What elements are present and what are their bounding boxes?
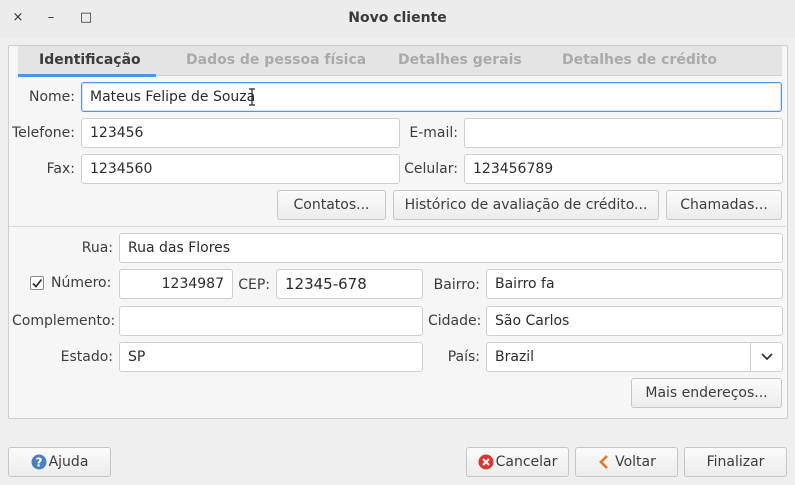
fax-label: Fax: [46,161,75,177]
complemento-input[interactable] [119,306,423,336]
cep-label: CEP: [238,277,270,293]
celular-value: 123456789 [473,161,554,177]
finalizar-button[interactable]: Finalizar [684,447,787,477]
numero-value: 1234987 [161,276,224,292]
voltar-label: Voltar [615,454,656,470]
contatos-button[interactable]: Contatos... [277,190,386,220]
text-cursor-icon [249,88,255,106]
historico-credito-button[interactable]: Histórico de avaliação de crédito... [393,190,659,220]
telefone-value: 123456 [90,125,144,141]
email-label: E-mail: [409,125,458,141]
cep-input[interactable]: 12345-678 [276,269,423,299]
numero-input[interactable]: 1234987 [119,269,233,299]
pais-value: Brazil [495,349,535,365]
numero-label: Número: [51,275,112,291]
cancelar-button[interactable]: Cancelar [466,447,569,477]
pais-select[interactable]: Brazil [486,342,783,372]
telefone-input[interactable]: 123456 [81,118,400,148]
bairro-input[interactable]: Bairro fa [486,269,783,299]
estado-label: Estado: [60,349,113,365]
pais-dropdown-toggle[interactable] [750,343,782,371]
tab-detalhes-credito[interactable]: Detalhes de crédito [562,52,717,74]
celular-label: Celular: [404,161,458,177]
help-icon: ? [31,454,47,470]
chamadas-button[interactable]: Chamadas... [666,190,782,220]
voltar-button[interactable]: Voltar [575,447,678,477]
ajuda-label: Ajuda [48,454,89,470]
tab-detalhes-gerais[interactable]: Detalhes gerais [398,52,522,74]
bairro-value: Bairro fa [495,276,555,292]
svg-text:?: ? [35,456,42,470]
email-input[interactable] [464,118,783,148]
estado-input[interactable]: SP [119,342,423,372]
cidade-label: Cidade: [428,313,482,329]
fax-input[interactable]: 1234560 [81,154,400,184]
checkmark-icon [32,278,43,288]
cancelar-label: Cancelar [495,454,558,470]
back-arrow-icon [599,455,609,469]
telefone-label: Telefone: [12,125,75,141]
section-divider [9,226,786,227]
chevron-down-icon [761,353,773,361]
cancel-icon [478,454,494,470]
ajuda-button[interactable]: ? Ajuda [8,447,111,477]
nome-label: Nome: [28,89,75,105]
complemento-label: Complemento: [12,313,116,329]
nome-input[interactable]: Mateus Felipe de Souza [81,82,782,112]
active-tab-indicator [18,74,156,77]
pais-label: País: [447,349,480,365]
cidade-input[interactable]: São Carlos [486,306,783,336]
rua-value: Rua das Flores [128,240,231,256]
fax-value: 1234560 [90,161,153,177]
numero-checkbox[interactable] [30,276,44,290]
nome-value: Mateus Felipe de Souza [90,89,256,105]
bairro-label: Bairro: [433,277,480,293]
cidade-value: São Carlos [495,313,570,329]
rua-label: Rua: [81,240,113,256]
rua-input[interactable]: Rua das Flores [119,233,783,263]
window-title: Novo cliente [348,10,447,26]
cep-value: 12345-678 [285,275,367,293]
estado-value: SP [128,349,146,365]
tab-identificacao[interactable]: Identificação [39,52,141,74]
celular-input[interactable]: 123456789 [464,154,783,184]
tab-dados-pessoa-fisica[interactable]: Dados de pessoa física [186,52,366,74]
mais-enderecos-button[interactable]: Mais endereços... [631,378,782,408]
